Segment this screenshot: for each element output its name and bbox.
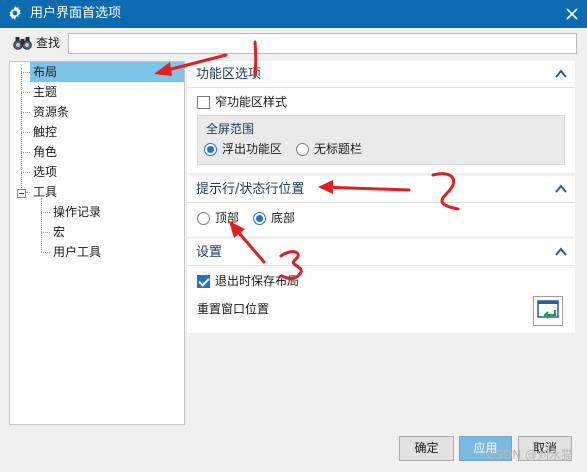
settings-section: 设置 退出时保存布局 重置窗口位置 (187, 239, 575, 333)
tree-item-options[interactable]: 选项 (30, 162, 60, 182)
radio-label: 底部 (271, 211, 296, 225)
tree-line (41, 198, 42, 252)
ok-button[interactable]: 确定 (399, 436, 454, 461)
tree-item-resource-bar[interactable]: 资源条 (30, 102, 72, 122)
tree-item-layout[interactable]: 布局 (30, 62, 184, 82)
tree-item-macro[interactable]: 宏 (50, 222, 68, 242)
radio-top[interactable]: 顶部 (197, 211, 239, 225)
radio-bottom[interactable]: 底部 (253, 211, 295, 225)
tree-line (41, 232, 50, 233)
radio-label: 无标题栏 (314, 142, 363, 156)
collapse-caret-icon[interactable] (555, 247, 567, 257)
tree-line (21, 152, 30, 153)
title-bar: 用户界面首选项 (0, 0, 587, 28)
narrow-ribbon-checkbox-row[interactable]: 窄功能区样式 (197, 95, 287, 109)
settings-panel: 功能区选项 窄功能区样式 全屏范围 浮出功能区 无标题栏 提示行/状态行位置 顶… (187, 61, 575, 425)
statusbar-position-section: 提示行/状态行位置 顶部 底部 (187, 176, 575, 236)
reset-window-label: 重置窗口位置 (197, 302, 270, 316)
save-layout-checkbox[interactable] (197, 274, 210, 288)
window-title: 用户界面首选项 (30, 6, 122, 21)
reset-window-icon (537, 300, 559, 319)
search-input[interactable] (68, 33, 577, 54)
search-label: 查找 (36, 36, 61, 50)
tree-item-journal[interactable]: 操作记录 (50, 202, 104, 222)
radio-label: 浮出功能区 (222, 142, 283, 156)
tree-line (21, 172, 30, 173)
tree-line (21, 112, 30, 113)
search-row: 查找 (0, 28, 587, 58)
fullscreen-scope-group: 全屏范围 浮出功能区 无标题栏 (197, 115, 565, 165)
reset-window-row: 重置窗口位置 (197, 302, 269, 316)
gear-icon (9, 6, 21, 20)
narrow-ribbon-checkbox[interactable] (197, 95, 210, 109)
radio-no-titlebar[interactable]: 无标题栏 (296, 142, 362, 156)
ribbon-options-section: 功能区选项 窄功能区样式 全屏范围 浮出功能区 无标题栏 (187, 61, 575, 173)
section-title: 功能区选项 (196, 67, 262, 82)
tree-line (21, 132, 30, 133)
tree-line (41, 212, 50, 213)
radio-button[interactable] (197, 211, 210, 225)
binoculars-icon (13, 37, 32, 50)
close-button[interactable] (557, 0, 587, 28)
tree-line (21, 68, 22, 192)
tree-line (41, 252, 50, 253)
radio-floating-ribbon[interactable]: 浮出功能区 (204, 142, 282, 156)
radio-button[interactable] (253, 211, 266, 225)
section-header[interactable]: 功能区选项 (187, 61, 575, 88)
close-icon (566, 8, 578, 20)
radio-button[interactable] (204, 142, 217, 156)
tree-collapse-toggle[interactable] (17, 189, 26, 198)
tree-item-theme[interactable]: 主题 (30, 82, 60, 102)
narrow-ribbon-label: 窄功能区样式 (215, 95, 288, 109)
tree-item-role[interactable]: 角色 (30, 142, 60, 162)
tree-line (21, 72, 30, 73)
collapse-caret-icon[interactable] (555, 69, 567, 79)
radio-label: 顶部 (215, 211, 240, 225)
watermark: CSDN @刘水猫 (486, 448, 573, 462)
tree-item-user-tools[interactable]: 用户工具 (50, 242, 104, 262)
save-layout-label: 退出时保存布局 (215, 274, 300, 288)
group-title: 全屏范围 (206, 122, 255, 136)
radio-button[interactable] (296, 142, 309, 156)
section-title: 设置 (196, 245, 223, 260)
tree-item-touch[interactable]: 触控 (30, 122, 60, 142)
tree-line (21, 92, 30, 93)
tree-item-tools[interactable]: 工具 (30, 182, 60, 202)
section-header[interactable]: 设置 (187, 239, 575, 266)
save-layout-checkbox-row[interactable]: 退出时保存布局 (197, 274, 299, 288)
section-title: 提示行/状态行位置 (196, 182, 305, 197)
section-header[interactable]: 提示行/状态行位置 (187, 176, 575, 203)
category-tree: 布局 主题 资源条 触控 角色 选项 工具 操作记录 宏 用户工具 (9, 61, 185, 425)
reset-window-button[interactable] (533, 296, 563, 326)
collapse-caret-icon[interactable] (555, 184, 567, 194)
